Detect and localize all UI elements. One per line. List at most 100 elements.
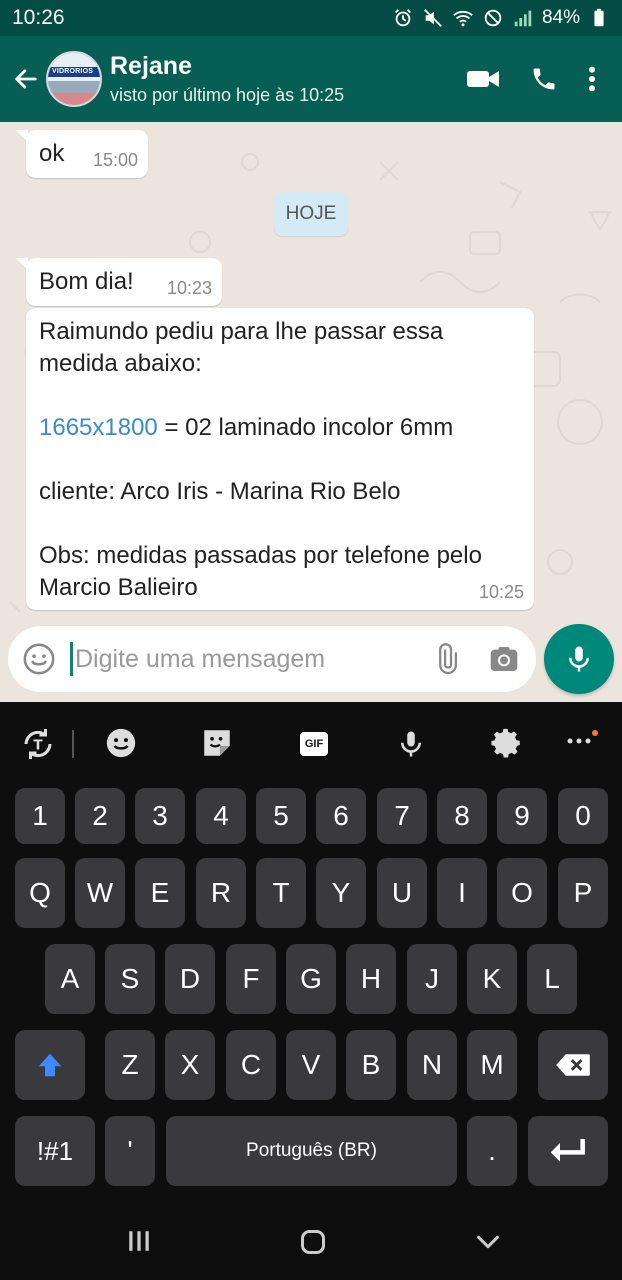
key-9[interactable]: 9 (497, 788, 547, 844)
key-7[interactable]: 7 (377, 788, 427, 844)
back-chevron-icon[interactable] (474, 1228, 502, 1256)
message-line: Raimundo pediu para lhe passar essa (39, 318, 444, 345)
message-bubble[interactable]: Raimundo pediu para lhe passar essa medi… (26, 308, 534, 610)
key-n[interactable]: N (407, 1030, 457, 1100)
key-j[interactable]: J (407, 944, 457, 1014)
contact-info[interactable]: Rejane visto por último hoje às 10:25 (110, 52, 466, 106)
shift-key[interactable] (15, 1030, 85, 1100)
key-4[interactable]: 4 (196, 788, 246, 844)
key-g[interactable]: G (286, 944, 336, 1014)
last-seen-status: visto por último hoje às 10:25 (110, 85, 345, 105)
emoji-keyboard-icon[interactable] (104, 726, 138, 760)
shift-arrow-icon (38, 1053, 62, 1077)
key-b[interactable]: B (346, 1030, 396, 1100)
message-time: 15:00 (92, 150, 138, 170)
voice-message-button[interactable] (544, 624, 614, 694)
battery-percent: 84% (541, 7, 580, 28)
message-line: cliente: Arco Iris - Marina Rio Belo (39, 478, 401, 505)
key-x[interactable]: X (165, 1030, 215, 1100)
voice-call-icon[interactable] (530, 65, 558, 93)
voice-input-icon[interactable] (396, 726, 426, 762)
key-3[interactable]: 3 (135, 788, 185, 844)
message-line: medida abaixo: (39, 350, 202, 377)
key-2[interactable]: 2 (75, 788, 125, 844)
text-cursor (70, 642, 73, 676)
more-options-icon[interactable] (588, 65, 596, 93)
key-e[interactable]: E (135, 858, 185, 928)
key-f[interactable]: F (226, 944, 276, 1014)
date-divider: HOJE (274, 192, 348, 236)
status-bar: 10:26 84% (0, 0, 622, 36)
space-bar[interactable]: Português (BR) (166, 1116, 457, 1186)
enter-key[interactable] (528, 1116, 608, 1186)
toolbar-divider (72, 730, 74, 758)
back-button[interactable] (6, 59, 46, 99)
sticker-icon[interactable] (200, 726, 234, 760)
key-m[interactable]: M (467, 1030, 517, 1100)
gif-button[interactable]: GIF (300, 732, 328, 756)
key-o[interactable]: O (497, 858, 547, 928)
key-t[interactable]: T (256, 858, 306, 928)
message-line: = 02 laminado incolor 6mm (157, 414, 454, 441)
key-v[interactable]: V (286, 1030, 336, 1100)
video-call-icon[interactable] (466, 66, 500, 92)
contact-name: Rejane (110, 52, 192, 80)
paperclip-icon[interactable] (430, 643, 462, 675)
battery-icon (594, 8, 604, 27)
key-d[interactable]: D (165, 944, 215, 1014)
home-icon[interactable] (299, 1228, 327, 1256)
symbols-key[interactable]: !#1 (15, 1116, 95, 1186)
key-h[interactable]: H (346, 944, 396, 1014)
phone-number-link[interactable]: 1665x1800 (39, 414, 158, 441)
status-time: 10:26 (12, 6, 65, 29)
backspace-key[interactable] (538, 1030, 608, 1100)
message-input[interactable]: Digite uma mensagem (75, 645, 430, 674)
no-signal-icon (484, 9, 502, 27)
mute-icon (424, 9, 442, 27)
key-k[interactable]: K (467, 944, 517, 1014)
key-u[interactable]: U (377, 858, 427, 928)
key-w[interactable]: W (75, 858, 125, 928)
key-8[interactable]: 8 (437, 788, 487, 844)
enter-arrow-icon (550, 1139, 585, 1162)
more-tools-icon[interactable] (566, 736, 592, 746)
arrow-left-icon (15, 69, 37, 89)
message-line: Marcio Balieiro (39, 574, 198, 601)
key-s[interactable]: S (105, 944, 155, 1014)
svg-text:T: T (33, 737, 43, 753)
message-compose-bar: Digite uma mensagem (8, 626, 536, 692)
key-1[interactable]: 1 (15, 788, 65, 844)
key-a[interactable]: A (45, 944, 95, 1014)
key-5[interactable]: 5 (256, 788, 306, 844)
wifi-icon (453, 10, 473, 27)
key-z[interactable]: Z (105, 1030, 155, 1100)
key-q[interactable]: Q (15, 858, 65, 928)
recent-apps-icon[interactable] (126, 1228, 152, 1254)
contact-avatar[interactable]: VIDRORIOS (46, 51, 102, 107)
key-6[interactable]: 6 (316, 788, 366, 844)
apostrophe-key[interactable]: ' (105, 1116, 155, 1186)
key-p[interactable]: P (558, 858, 608, 928)
message-bubble[interactable]: ok 15:00 (16, 130, 148, 178)
key-0[interactable]: 0 (558, 788, 608, 844)
backspace-icon (556, 1054, 590, 1076)
key-l[interactable]: L (527, 944, 577, 1014)
settings-gear-icon[interactable] (490, 726, 524, 760)
emoji-icon[interactable] (22, 642, 56, 676)
period-key[interactable]: . (467, 1116, 517, 1186)
camera-icon[interactable] (488, 643, 520, 675)
microphone-icon (569, 646, 589, 672)
message-time: 10:23 (166, 278, 212, 298)
translate-icon[interactable]: T (20, 726, 56, 762)
message-bubble[interactable]: Bom dia! 10:23 (16, 258, 222, 306)
key-i[interactable]: I (437, 858, 487, 928)
key-y[interactable]: Y (316, 858, 366, 928)
message-text: Bom dia! (39, 268, 134, 295)
message-line: Obs: medidas passadas por telefone pelo (39, 542, 482, 569)
chat-header: VIDRORIOS Rejane visto por último hoje à… (0, 36, 622, 122)
key-r[interactable]: R (196, 858, 246, 928)
keyboard: T GIF 1 2 3 4 5 6 7 8 9 0 Q W E R T Y U … (0, 702, 622, 1208)
key-c[interactable]: C (226, 1030, 276, 1100)
alarm-icon (394, 9, 411, 27)
message-time: 10:25 (478, 582, 524, 602)
